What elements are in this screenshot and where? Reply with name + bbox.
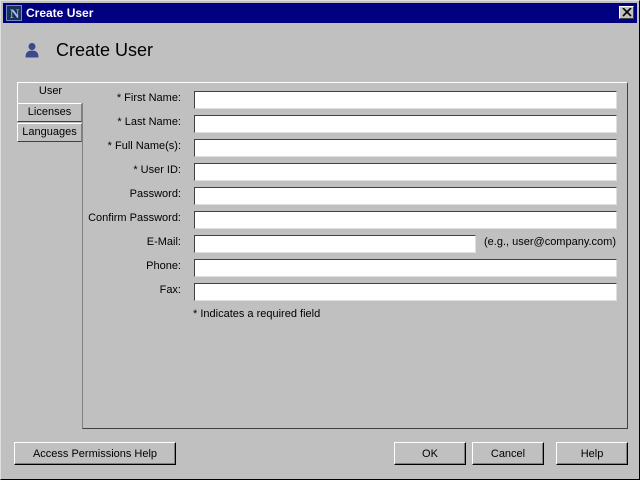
password-field[interactable]: [194, 187, 617, 205]
email-label: E-Mail:: [146, 236, 181, 248]
close-button[interactable]: [619, 6, 634, 19]
user-id-label: * User ID:: [133, 164, 181, 176]
first-name-label: * First Name:: [116, 92, 181, 104]
help-button[interactable]: Help: [556, 442, 628, 465]
tab-panel: [82, 82, 628, 429]
ok-button[interactable]: OK: [394, 442, 466, 465]
cancel-button[interactable]: Cancel: [472, 442, 544, 465]
close-icon: [622, 8, 632, 17]
fax-label: Fax:: [159, 284, 181, 296]
tab-licenses[interactable]: Licenses: [17, 103, 82, 122]
window-title: Create User: [26, 6, 94, 20]
create-user-dialog: N Create User Create User User Licenses …: [0, 0, 640, 480]
last-name-label: * Last Name:: [117, 116, 181, 128]
tab-languages[interactable]: Languages: [17, 123, 82, 142]
phone-label: Phone:: [146, 260, 181, 272]
password-label: Password:: [129, 188, 181, 200]
full-name-label: * Full Name(s):: [107, 140, 181, 152]
user-icon: [25, 43, 39, 58]
last-name-field[interactable]: [194, 115, 617, 133]
page-title: Create User: [56, 40, 154, 60]
user-id-field[interactable]: [194, 163, 617, 181]
app-logo-icon: N: [6, 5, 22, 21]
email-field[interactable]: [194, 235, 476, 253]
tab-user[interactable]: User: [17, 82, 83, 103]
full-name-field[interactable]: [194, 139, 617, 157]
first-name-field[interactable]: [194, 91, 617, 109]
email-hint: (e.g., user@company.com): [484, 236, 617, 248]
required-field-note: * Indicates a required field: [193, 308, 321, 320]
title-bar[interactable]: N Create User: [3, 3, 637, 23]
confirm-password-field[interactable]: [194, 211, 617, 229]
fax-field[interactable]: [194, 283, 617, 301]
phone-field[interactable]: [194, 259, 617, 277]
access-permissions-help-button[interactable]: Access Permissions Help: [14, 442, 176, 465]
confirm-password-label: Confirm Password:: [88, 212, 181, 224]
